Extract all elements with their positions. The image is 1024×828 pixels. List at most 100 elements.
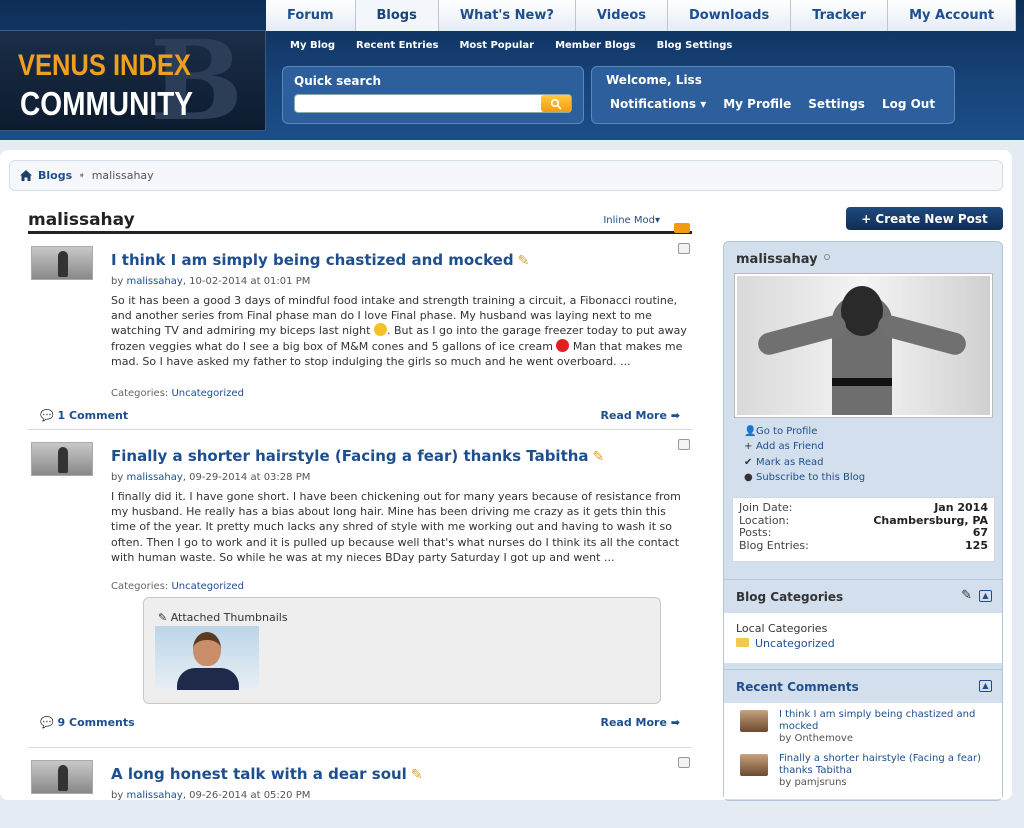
- author-link[interactable]: malissahay: [126, 472, 182, 483]
- user-stats: Join Date: Jan 2014 Location: Chambersburg…: [732, 497, 995, 562]
- search-icon: [550, 98, 562, 110]
- settings-link[interactable]: Settings: [808, 97, 865, 111]
- edit-pencil-icon[interactable]: ✎: [411, 767, 423, 783]
- blog-entry: I think I am simply being chastized and …: [28, 234, 692, 430]
- breadcrumb-blogs[interactable]: Blogs: [38, 169, 72, 182]
- blog-categories-panel: Blog Categories ✎ ▲ Local Categories Unc…: [724, 579, 1002, 663]
- breadcrumb-separator-icon: ➧: [78, 170, 86, 181]
- edit-pencil-icon[interactable]: ✎: [961, 588, 972, 603]
- welcome-text: Welcome, Liss: [606, 73, 702, 87]
- recent-comments-panel: Recent Comments ▲ I think I am simply be…: [724, 669, 1002, 799]
- tab-whats-new[interactable]: What's New?: [438, 0, 576, 31]
- recent-comment-link[interactable]: I think I am simply being chastized and …: [779, 709, 975, 732]
- local-categories-label: Local Categories: [736, 622, 828, 635]
- entry-categories: Categories: Uncategorized: [111, 581, 244, 592]
- inline-mod-menu[interactable]: Inline Mod▾: [603, 215, 660, 226]
- add-as-friend-link[interactable]: + Add as Friend: [744, 441, 865, 456]
- paperclip-icon: ✎: [158, 611, 168, 624]
- site-logo[interactable]: B VENUS INDEX COMMUNITY: [0, 30, 266, 131]
- search-input[interactable]: [294, 94, 572, 113]
- author-link[interactable]: malissahay: [126, 790, 182, 801]
- edit-pencil-icon[interactable]: ✎: [593, 449, 605, 465]
- breadcrumb: Blogs ➧ malissahay: [9, 160, 1003, 191]
- tab-forum[interactable]: Forum: [266, 0, 356, 31]
- mad-emoji-icon: [556, 338, 570, 352]
- quick-search-box: Quick search: [282, 66, 584, 124]
- entry-title[interactable]: I think I am simply being chastized and …: [111, 251, 529, 269]
- category-uncategorized-link[interactable]: Uncategorized: [755, 637, 835, 650]
- author-link[interactable]: malissahay: [126, 276, 182, 287]
- stat-blog-entries: Blog Entries: 125: [739, 538, 988, 552]
- arrow-right-icon: ➡: [670, 409, 680, 422]
- subnav-my-blog[interactable]: My Blog: [290, 40, 335, 51]
- profile-photo[interactable]: [734, 273, 993, 418]
- recent-comment-item: Finally a shorter hairstyle (Facing a fe…: [724, 747, 1002, 791]
- blog-main: malissahay Inline Mod▾ I think I am simp…: [28, 210, 692, 828]
- commenter-avatar[interactable]: [740, 710, 768, 732]
- comment-icon: 💬: [40, 716, 54, 729]
- attached-thumbnail-image[interactable]: [155, 626, 259, 690]
- entry-select-checkbox[interactable]: [678, 757, 690, 768]
- smile-emoji-icon: [373, 323, 387, 337]
- author-avatar[interactable]: [31, 246, 93, 280]
- my-profile-link[interactable]: My Profile: [723, 97, 791, 111]
- subnav-recent-entries[interactable]: Recent Entries: [356, 40, 438, 51]
- edit-pencil-icon[interactable]: ✎: [518, 253, 530, 269]
- author-avatar[interactable]: [31, 442, 93, 476]
- entry-body: So it has been a good 3 days of mindful …: [111, 294, 687, 368]
- site-header: B VENUS INDEX COMMUNITY Forum Blogs What…: [0, 0, 1024, 140]
- category-link[interactable]: Uncategorized: [171, 581, 243, 592]
- search-button[interactable]: [541, 95, 571, 112]
- entry-byline: by malissahay, 09-29-2014 at 03:28 PM: [111, 472, 311, 483]
- user-box: Welcome, Liss Notifications ▾ My Profile…: [591, 66, 955, 124]
- category-link[interactable]: Uncategorized: [171, 388, 243, 399]
- logo-line1: VENUS INDEX: [18, 49, 191, 82]
- entry-select-checkbox[interactable]: [678, 439, 690, 450]
- comment-icon: 💬: [40, 409, 54, 422]
- tab-my-account[interactable]: My Account: [888, 0, 1017, 31]
- recent-comments-header: Recent Comments ▲: [724, 670, 1002, 703]
- create-new-post-button[interactable]: + Create New Post: [846, 207, 1003, 230]
- tab-downloads[interactable]: Downloads: [668, 0, 792, 31]
- entry-title[interactable]: Finally a shorter hairstyle (Facing a fe…: [111, 447, 604, 465]
- subnav-most-popular[interactable]: Most Popular: [459, 40, 534, 51]
- entry-title[interactable]: A long honest talk with a dear soul ✎: [111, 765, 423, 783]
- read-more-link[interactable]: Read More ➡: [600, 716, 680, 729]
- user-icon: 👤: [744, 426, 757, 437]
- attached-thumbnails-label: ✎ Attached Thumbnails: [158, 611, 288, 624]
- notifications-link[interactable]: Notifications ▾: [610, 97, 706, 111]
- entry-select-checkbox[interactable]: [678, 243, 690, 254]
- rss-icon[interactable]: [674, 223, 690, 233]
- entry-byline: by malissahay, 10-02-2014 at 01:01 PM: [111, 276, 311, 287]
- blog-sidebar: malissahay 👤Go to Profile + Add as Friend…: [723, 241, 1003, 801]
- entry-body: I finally did it. I have gone short. I h…: [111, 490, 681, 564]
- entry-byline: by malissahay, 09-26-2014 at 05:20 PM: [111, 790, 311, 801]
- main-tabs: Forum Blogs What's New? Videos Downloads…: [266, 0, 1017, 31]
- arrow-right-icon: ➡: [670, 716, 680, 729]
- tab-tracker[interactable]: Tracker: [791, 0, 889, 31]
- tab-blogs[interactable]: Blogs: [355, 0, 439, 31]
- go-to-profile-link[interactable]: 👤Go to Profile: [744, 426, 865, 441]
- breadcrumb-current: malissahay: [91, 169, 154, 182]
- entry-categories: Categories: Uncategorized: [111, 388, 244, 399]
- subnav-blog-settings[interactable]: Blog Settings: [657, 40, 733, 51]
- recent-comment-link[interactable]: Finally a shorter hairstyle (Facing a fe…: [779, 753, 981, 776]
- blog-entry: Finally a shorter hairstyle (Facing a fe…: [28, 430, 692, 748]
- plus-icon: +: [744, 441, 753, 453]
- commenter-avatar[interactable]: [740, 754, 768, 776]
- subscribe-link[interactable]: ● Subscribe to this Blog: [744, 472, 865, 487]
- subnav-member-blogs[interactable]: Member Blogs: [555, 40, 636, 51]
- blog-categories-header: Blog Categories ✎ ▲: [724, 580, 1002, 613]
- tab-videos[interactable]: Videos: [575, 0, 669, 31]
- home-icon[interactable]: [20, 170, 32, 181]
- subscribe-icon: ●: [744, 471, 753, 483]
- collapse-icon[interactable]: ▲: [979, 590, 992, 602]
- collapse-icon[interactable]: ▲: [979, 680, 992, 692]
- stat-posts: Posts: 67: [739, 526, 988, 539]
- comments-link[interactable]: 💬 1 Comment: [40, 409, 128, 422]
- recent-comment-item: I think I am simply being chastized and …: [724, 703, 1002, 747]
- comments-link[interactable]: 💬 9 Comments: [40, 716, 135, 729]
- log-out-link[interactable]: Log Out: [882, 97, 935, 111]
- mark-as-read-link[interactable]: ✔ Mark as Read: [744, 457, 865, 472]
- read-more-link[interactable]: Read More ➡: [600, 409, 680, 422]
